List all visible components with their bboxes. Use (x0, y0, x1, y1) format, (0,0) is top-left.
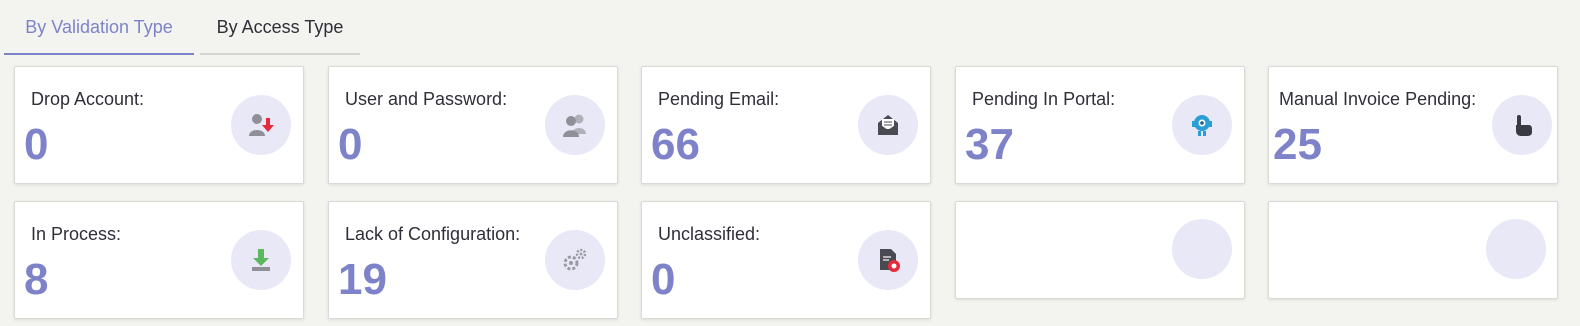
tab-bar: By Validation Type By Access Type (4, 0, 364, 55)
card-label: Lack of Configuration: (345, 224, 521, 244)
card-value: 0 (24, 120, 49, 169)
card-label: Pending In Portal: (972, 89, 1116, 109)
card-label: Pending Email: (658, 89, 780, 109)
card-pending-email[interactable]: Pending Email: 66 (641, 66, 931, 184)
tab-by-access-type[interactable]: By Access Type (200, 0, 360, 55)
card-value: 66 (651, 120, 700, 169)
card-empty (1268, 201, 1558, 299)
user-download-icon (231, 95, 291, 155)
card-label: Manual Invoice Pending: (1279, 89, 1477, 109)
card-value: 25 (1273, 120, 1322, 169)
card-in-process[interactable]: In Process: 8 (14, 201, 304, 319)
card-value: 0 (338, 120, 363, 169)
card-label: Unclassified: (658, 224, 761, 244)
card-empty (955, 201, 1245, 299)
card-label: User and Password: (345, 89, 508, 109)
gears-icon (545, 230, 605, 290)
placeholder-circle-icon (1172, 219, 1232, 279)
hand-pointer-icon (1492, 95, 1552, 155)
envelope-open-icon (858, 95, 918, 155)
card-lack-of-configuration[interactable]: Lack of Configuration: 19 (328, 201, 618, 319)
card-value: 0 (651, 255, 676, 304)
card-drop-account[interactable]: Drop Account: 0 (14, 66, 304, 184)
card-user-and-password[interactable]: User and Password: 0 (328, 66, 618, 184)
card-value: 19 (338, 255, 387, 304)
download-icon (231, 230, 291, 290)
card-label: Drop Account: (31, 89, 145, 109)
tab-by-validation-type[interactable]: By Validation Type (4, 0, 194, 55)
card-pending-in-portal[interactable]: Pending In Portal: 37 (955, 66, 1245, 184)
file-error-icon (858, 230, 918, 290)
card-unclassified[interactable]: Unclassified: 0 (641, 201, 931, 319)
card-label: In Process: (31, 224, 122, 244)
users-icon (545, 95, 605, 155)
card-manual-invoice-pending[interactable]: Manual Invoice Pending: 25 (1268, 66, 1558, 184)
placeholder-circle-icon (1486, 219, 1546, 279)
card-value: 37 (965, 120, 1014, 169)
robot-icon (1172, 95, 1232, 155)
card-value: 8 (24, 255, 49, 304)
